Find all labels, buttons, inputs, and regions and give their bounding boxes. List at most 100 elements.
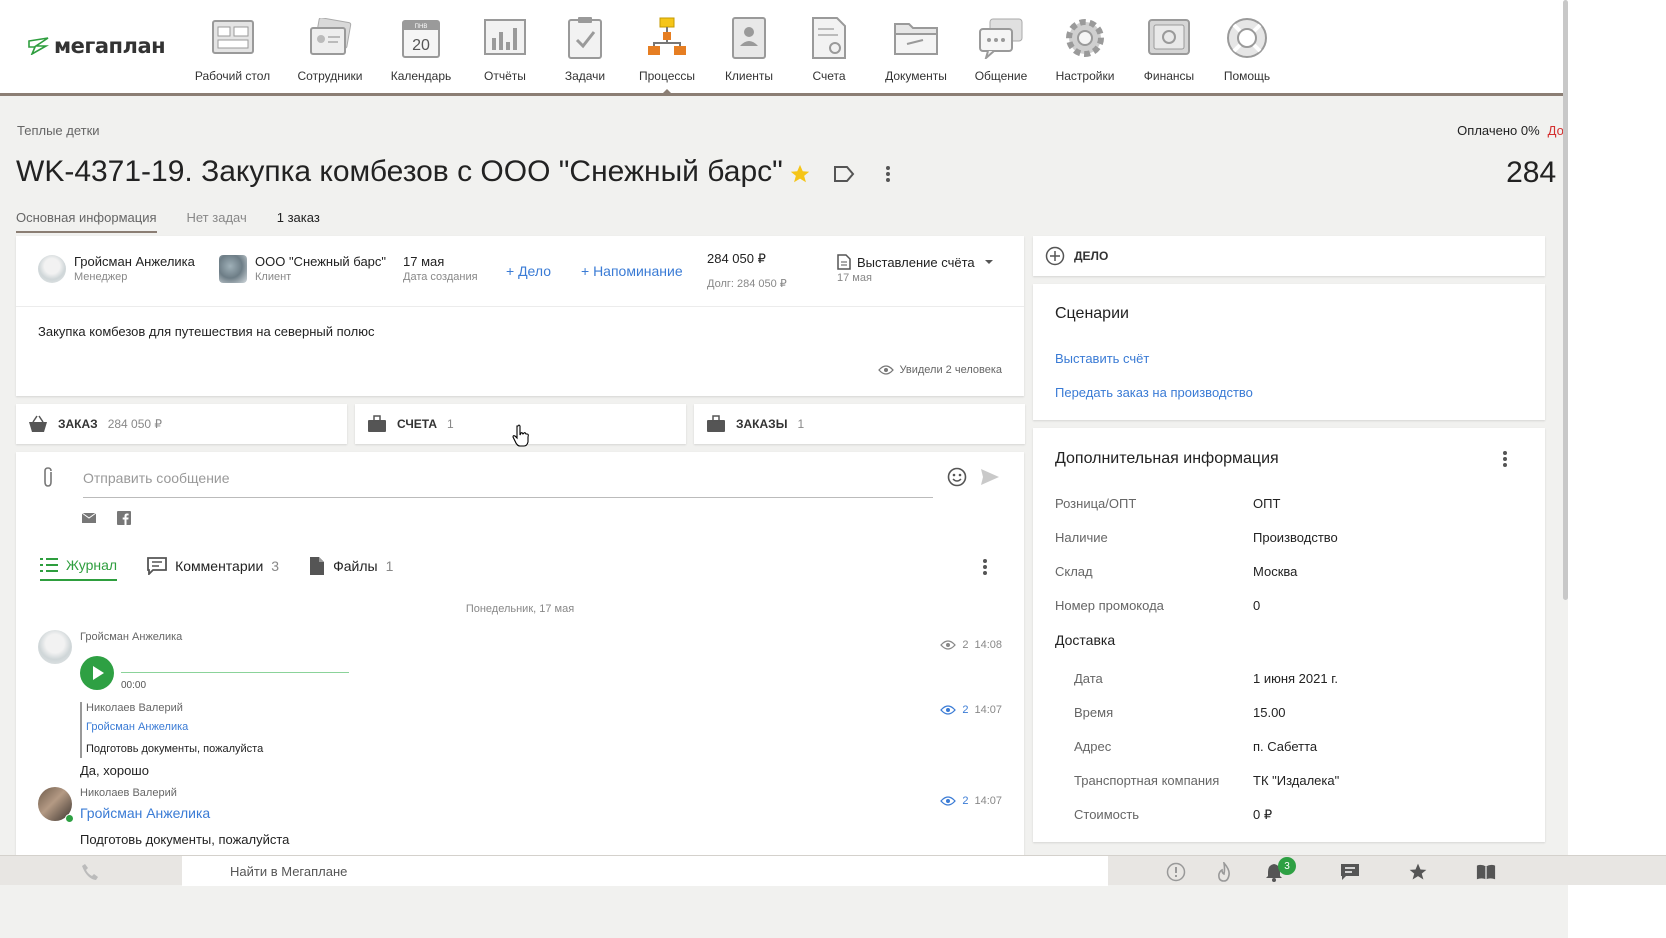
nav-item-calendar[interactable]: ПНВ 20 Календарь [390, 0, 452, 93]
tab-files-count: 1 [385, 558, 394, 574]
quote-author[interactable]: Николаев Валерий [86, 702, 183, 714]
order-counter-value: 284 050 ₽ [107, 417, 163, 431]
message-meta: 2 14:07 [940, 795, 1002, 807]
tab-journal[interactable]: Журнал [40, 557, 118, 581]
audio-progress[interactable] [121, 672, 349, 673]
add-deal-link[interactable]: + Дело [506, 263, 581, 279]
nav-item-finance[interactable]: Финансы [1118, 0, 1220, 93]
order-counter[interactable]: ЗАКАЗ 284 050 ₽ [16, 404, 347, 444]
nav-item-documents[interactable]: Документы [882, 0, 950, 93]
client-name: ООО "Снежный барс" [255, 254, 387, 269]
message-author[interactable]: Гройсман Анжелика [80, 631, 182, 643]
send-icon[interactable] [980, 468, 1000, 486]
fire-icon[interactable] [1214, 862, 1234, 882]
logo-icon [28, 37, 50, 55]
orders-counter-value: 1 [797, 417, 805, 431]
phone-icon[interactable] [80, 862, 100, 882]
add-reminder-link[interactable]: + Напоминание [581, 263, 707, 279]
field-label: Адрес [1074, 739, 1112, 754]
nav-item-settings[interactable]: Настройки [1052, 0, 1118, 93]
tab-orders[interactable]: 1 заказ [277, 210, 320, 233]
more-vert-icon[interactable] [874, 160, 902, 188]
plus-circle-icon [1045, 246, 1065, 266]
more-vert-icon[interactable] [1502, 450, 1508, 468]
book-icon[interactable] [1476, 862, 1496, 882]
svg-text:ПНВ: ПНВ [415, 24, 428, 30]
nav-item-desktop[interactable]: Рабочий стол [195, 0, 270, 93]
views-count: 2 [962, 639, 969, 651]
comment-icon [147, 557, 167, 575]
nav-item-reports[interactable]: Отчёты [452, 0, 558, 93]
field-label: Номер промокода [1055, 598, 1164, 613]
client[interactable]: ООО "Снежный барс" Клиент [219, 254, 403, 283]
email-icon[interactable] [81, 512, 97, 524]
stage-selector[interactable]: Выставление счёта 17 мая [837, 254, 997, 284]
views-count: 2 [962, 795, 969, 807]
manager-name: Гройсман Анжелика [74, 254, 195, 269]
field-label: Склад [1055, 564, 1093, 579]
nav-item-tasks[interactable]: Задачи [558, 0, 612, 93]
nav-item-chat[interactable]: Общение [950, 0, 1052, 93]
nav-item-help[interactable]: Помощь [1220, 0, 1274, 93]
stage-label: Выставление счёта [857, 254, 975, 270]
more-vert-icon[interactable] [982, 558, 988, 576]
field-label: Время [1074, 705, 1114, 720]
emoji-icon[interactable] [947, 467, 967, 487]
logo-text: мегаплан [54, 34, 166, 58]
messages-icon[interactable] [1340, 862, 1360, 882]
svg-text:20: 20 [412, 37, 430, 54]
eye-icon [940, 705, 957, 715]
attach-icon[interactable] [42, 466, 54, 488]
breadcrumb[interactable]: Теплые детки [17, 123, 100, 138]
chevron-down-icon [984, 260, 993, 264]
tab-comments-label: Комментарии [175, 558, 264, 574]
views-count: 2 [962, 704, 969, 716]
facebook-icon[interactable] [117, 511, 131, 525]
alert-icon[interactable] [1166, 862, 1186, 882]
field-label: Наличие [1055, 530, 1108, 545]
message-time: 14:07 [974, 795, 1002, 807]
tab-files[interactable]: Файлы 1 [309, 556, 393, 582]
seen-by-text: Увидели 2 человека [899, 364, 1002, 376]
manager[interactable]: Гройсман Анжелика Менеджер [38, 254, 219, 283]
additional-info-card: Дополнительная информация Розница/ОПТ ОП… [1033, 428, 1545, 842]
orders-counter[interactable]: ЗАКАЗЫ 1 [694, 404, 1025, 444]
field-label: Розница/ОПТ [1055, 496, 1137, 511]
message-meta: 2 14:07 [940, 704, 1002, 716]
favorites-star-icon[interactable] [1408, 862, 1428, 882]
message-author[interactable]: Николаев Валерий [80, 787, 177, 799]
calendar-icon: ПНВ 20 [398, 15, 444, 61]
nav-item-invoices[interactable]: Счета [776, 0, 882, 93]
tag-icon[interactable] [830, 160, 858, 188]
nav-item-employees[interactable]: Сотрудники [270, 0, 390, 93]
play-button[interactable] [80, 656, 114, 690]
tab-journal-label: Журнал [66, 557, 118, 573]
amount-debt: Долг: 284 050 ₽ [707, 278, 787, 290]
global-search-input[interactable]: Найти в Мегаплане [182, 856, 1108, 886]
tab-tasks[interactable]: Нет задач [187, 210, 247, 233]
quote-text: Подготовь документы, пожалуйста [86, 743, 264, 755]
message-mention[interactable]: Гройсман Анжелика [80, 805, 210, 821]
logo[interactable]: мегаплан [28, 34, 166, 58]
nav-item-clients[interactable]: Клиенты [722, 0, 776, 93]
field-label: Дата [1074, 671, 1103, 686]
created-date: 17 мая Дата создания [403, 254, 506, 283]
nav-item-processes[interactable]: Процессы [612, 0, 722, 94]
tab-comments[interactable]: Комментарии 3 [147, 557, 279, 581]
notifications-badge: 3 [1278, 857, 1296, 875]
invoices-counter-label: СЧЕТА [397, 417, 438, 431]
message-input[interactable]: Отправить сообщение [83, 468, 933, 498]
scenario-issue-invoice[interactable]: Выставить счёт [1055, 351, 1149, 366]
employees-icon [307, 15, 353, 61]
chat-card: Отправить сообщение Журнал Комментарии 3… [16, 452, 1024, 856]
message-text: Подготовь документы, пожалуйста [80, 832, 290, 847]
eye-icon [877, 365, 894, 375]
quote-mention[interactable]: Гройсман Анжелика [86, 721, 188, 733]
tab-main-info[interactable]: Основная информация [16, 210, 157, 233]
scenario-send-to-production[interactable]: Передать заказ на производство [1055, 385, 1253, 400]
star-icon[interactable] [786, 160, 814, 188]
field-value: 0 [1253, 598, 1261, 613]
order-counter-label: ЗАКАЗ [58, 417, 98, 431]
add-deal-button[interactable]: ДЕЛО [1033, 236, 1545, 276]
additional-info-title: Дополнительная информация [1055, 450, 1279, 467]
